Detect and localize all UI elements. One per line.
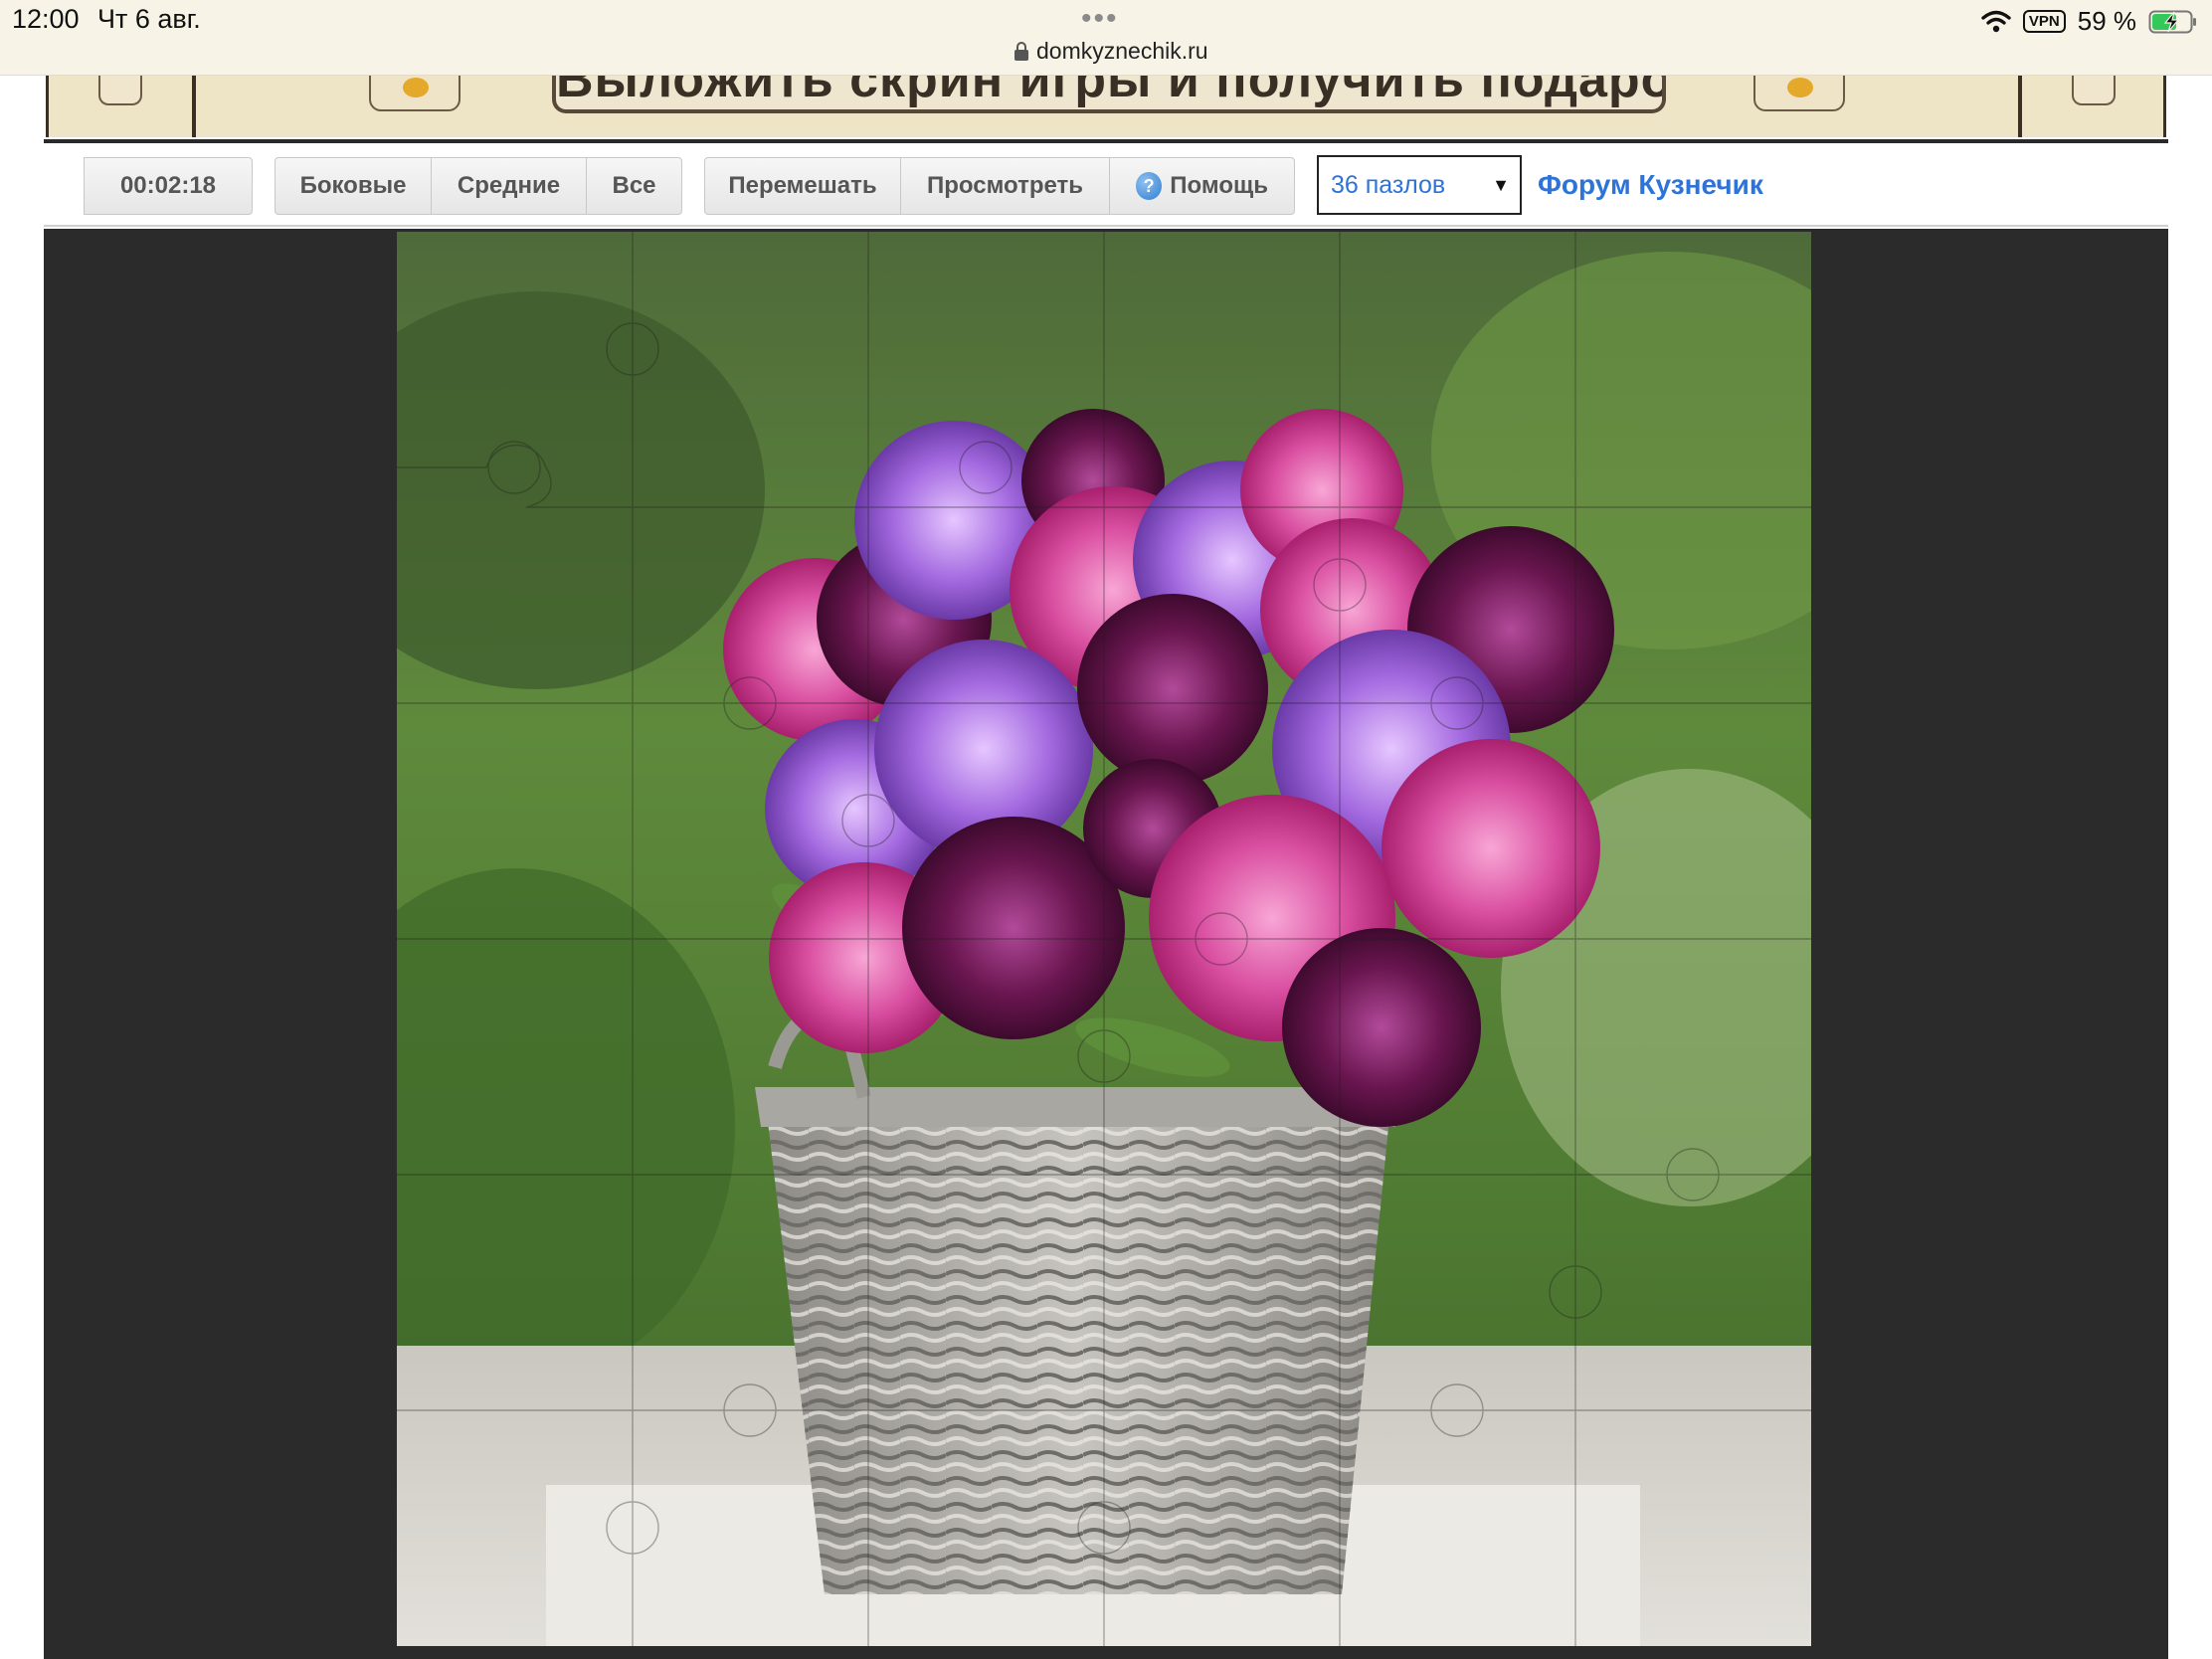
wifi-icon (1981, 10, 2011, 32)
filter-middle-button[interactable]: Средние (432, 157, 587, 215)
status-bar: 12:00 Чт 6 авг. ••• domkyznechik.ru VPN … (0, 0, 2212, 76)
status-time: 12:00 (12, 4, 80, 34)
filter-all-button[interactable]: Все (587, 157, 682, 215)
timer-group: 00:02:18 (84, 157, 253, 215)
actions-group: Перемешать Просмотреть ? Помощь (704, 157, 1295, 215)
lock-icon (1014, 41, 1028, 61)
banner-divider-left (192, 76, 196, 137)
banner-tab-left (98, 76, 142, 105)
vpn-badge: VPN (2022, 10, 2066, 33)
address-bar[interactable]: domkyznechik.ru (1013, 38, 1208, 65)
puzzle-board (44, 229, 2168, 1659)
multitasking-dots-icon[interactable]: ••• (1081, 4, 1119, 34)
battery-charging-icon (2148, 10, 2196, 33)
help-icon: ? (1136, 172, 1163, 200)
banner-tab-right (2072, 76, 2116, 105)
dropdown-arrow-icon: ▼ (1492, 175, 1510, 195)
trophy-right-icon (1753, 76, 1845, 111)
help-button[interactable]: ? Помощь (1110, 157, 1295, 215)
status-indicators: VPN 59 % (1981, 6, 2198, 37)
status-date: Чт 6 авг. (97, 4, 201, 34)
shuffle-button[interactable]: Перемешать (704, 157, 901, 215)
banner-divider-right (2018, 76, 2022, 137)
banner-slogan: Выложить скрин игры и получить подарок (556, 76, 1666, 108)
pieces-count-select[interactable]: 36 пазлов ▼ (1317, 155, 1522, 215)
preview-button[interactable]: Просмотреть (901, 157, 1110, 215)
assembled-puzzle[interactable] (397, 232, 1811, 1646)
screenshot-gift-banner[interactable]: Выложить скрин игры и получить подарок (552, 76, 1666, 113)
filter-edges-button[interactable]: Боковые (275, 157, 432, 215)
trophy-left-icon (369, 76, 461, 111)
url-text: domkyznechik.ru (1036, 38, 1208, 64)
puzzle-toolbar: 00:02:18 Боковые Средние Все Перемешать … (44, 139, 2168, 227)
puzzle-image (397, 232, 1811, 1646)
piece-filter-group: Боковые Средние Все (275, 157, 682, 215)
pieces-count-value: 36 пазлов (1331, 170, 1446, 199)
site-header-banner: Выложить скрин игры и получить подарок (46, 76, 2166, 137)
battery-percent: 59 % (2077, 6, 2136, 36)
help-label: Помощь (1170, 172, 1268, 199)
timer-display: 00:02:18 (84, 157, 253, 215)
forum-link[interactable]: Форум Кузнечик (1538, 169, 1763, 201)
